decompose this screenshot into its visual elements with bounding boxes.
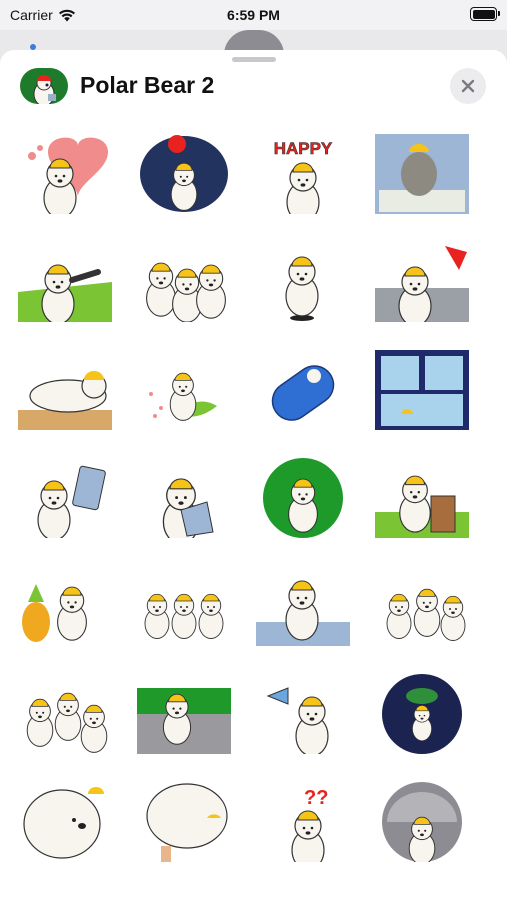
sticker-image	[271, 365, 335, 421]
sticker-image	[146, 262, 226, 322]
pack-icon	[20, 68, 68, 104]
sticker-image	[266, 687, 329, 754]
sticker-tumbling-bear[interactable]	[256, 242, 350, 322]
sticker-image	[375, 246, 469, 322]
sticker-desk-bear[interactable]	[18, 350, 112, 430]
sticker-falling-bears[interactable]	[375, 566, 469, 646]
sticker-image	[375, 134, 469, 214]
happy-text: HAPPY	[274, 139, 333, 158]
polar-bear-icon	[33, 75, 56, 104]
sticker-image	[26, 692, 108, 753]
sticker-image	[140, 135, 228, 212]
sticker-image	[263, 458, 343, 538]
sticker-image	[146, 783, 228, 862]
sticker-tree-bear[interactable]	[137, 782, 231, 862]
sticker-image	[18, 371, 112, 430]
sticker-space-bear[interactable]	[375, 674, 469, 754]
sticker-image: ??	[291, 787, 328, 862]
sticker-image	[137, 688, 231, 754]
sheet-header: Polar Bear 2	[0, 68, 507, 108]
close-icon	[461, 79, 475, 93]
sticker-image	[382, 674, 462, 754]
sticker-image	[386, 588, 466, 641]
sticker-segway-bear[interactable]	[137, 674, 231, 754]
close-button[interactable]	[450, 68, 486, 104]
sticker-image	[162, 478, 214, 538]
sticker-stump-bear[interactable]	[375, 458, 469, 538]
sticker-image	[375, 350, 469, 430]
sticker-tablet-bear[interactable]	[18, 458, 112, 538]
sticker-image	[18, 264, 112, 322]
sticker-image	[149, 372, 217, 421]
clock: 6:59 PM	[227, 7, 280, 23]
sticker-shirt-bear[interactable]	[137, 458, 231, 538]
sticker-image	[28, 137, 108, 214]
sticker-petals-bear[interactable]	[137, 350, 231, 430]
sticker-image	[382, 782, 462, 862]
sticker-windy-bear[interactable]	[375, 242, 469, 322]
svg-text:??: ??	[304, 787, 328, 809]
sticker-image	[37, 465, 106, 538]
sticker-balloon-bear[interactable]	[137, 134, 231, 214]
sticker-three-bears[interactable]	[137, 242, 231, 322]
sticker-money-sad-bear[interactable]	[375, 134, 469, 214]
sticker-helmet-bear[interactable]	[375, 782, 469, 862]
sticker-pack-sheet: Polar Bear 2 HAPPY ??	[0, 50, 507, 900]
sticker-cheering-bears[interactable]	[18, 674, 112, 754]
sticker-happy-bear[interactable]: HAPPY	[256, 134, 350, 214]
sticker-image	[285, 256, 319, 321]
sticker-sleeping-bag-bear[interactable]	[256, 350, 350, 430]
pack-title: Polar Bear 2	[80, 72, 215, 98]
sticker-image	[375, 475, 469, 538]
sticker-image	[256, 580, 350, 646]
battery-icon	[470, 7, 500, 21]
sticker-green-frame-bear[interactable]	[256, 458, 350, 538]
sticker-image	[22, 584, 87, 642]
sticker-pineapple-bear[interactable]	[18, 566, 112, 646]
sticker-megaphone-bear[interactable]	[256, 674, 350, 754]
sticker-heart-bear[interactable]	[18, 134, 112, 214]
sticker-dancing-bears[interactable]	[137, 566, 231, 646]
sticker-image: HAPPY	[273, 139, 333, 214]
sheet-grabber[interactable]	[232, 57, 276, 62]
status-bar: Carrier 6:59 PM	[0, 0, 507, 30]
sticker-round-bear[interactable]	[18, 782, 112, 862]
sticker-pointing-bear[interactable]	[18, 242, 112, 322]
sticker-image	[23, 787, 104, 859]
sticker-window-bear[interactable]	[375, 350, 469, 430]
sticker-question-bear[interactable]: ??	[256, 782, 350, 862]
sticker-table-bear[interactable]	[256, 566, 350, 646]
sticker-image	[144, 593, 224, 639]
